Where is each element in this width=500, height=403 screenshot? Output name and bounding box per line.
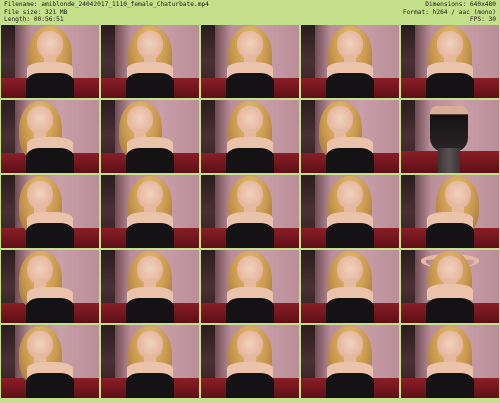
video-frame-thumbnail bbox=[301, 250, 399, 323]
video-frame-thumbnail bbox=[201, 175, 299, 248]
video-frame-thumbnail bbox=[1, 175, 99, 248]
video-frame-thumbnail bbox=[101, 100, 199, 173]
frame-top bbox=[326, 223, 374, 248]
video-frame-thumbnail bbox=[101, 175, 199, 248]
frame-top bbox=[426, 73, 474, 98]
frame-top bbox=[26, 373, 74, 398]
frame-top bbox=[226, 298, 274, 323]
video-frame-thumbnail bbox=[401, 25, 499, 98]
video-frame-thumbnail bbox=[401, 325, 499, 398]
video-frame-thumbnail bbox=[1, 325, 99, 398]
filesize-text: File size: 321 MB bbox=[4, 8, 68, 16]
video-frame-thumbnail bbox=[201, 325, 299, 398]
video-frame-thumbnail bbox=[1, 100, 99, 173]
video-frame-thumbnail bbox=[101, 325, 199, 398]
frame-top bbox=[226, 73, 274, 98]
dimensions-text: Dimensions: 640x480 bbox=[425, 1, 496, 8]
frame-top bbox=[126, 298, 174, 323]
frame-top bbox=[426, 223, 474, 248]
filename-text: Filename: amiblonde_24042017_1110_female… bbox=[4, 1, 209, 8]
video-frame-thumbnail bbox=[301, 175, 399, 248]
video-frame-thumbnail bbox=[101, 25, 199, 98]
frame-top bbox=[326, 298, 374, 323]
frame-top bbox=[126, 148, 174, 173]
frame-top bbox=[126, 373, 174, 398]
frame-top bbox=[326, 373, 374, 398]
video-frame-thumbnail bbox=[401, 175, 499, 248]
thumbnail-grid bbox=[1, 25, 499, 400]
frame-top bbox=[26, 73, 74, 98]
frame-top bbox=[126, 73, 174, 98]
frame-top bbox=[326, 148, 374, 173]
video-frame-thumbnail bbox=[201, 25, 299, 98]
format-text: Format: h264 / aac (mono) bbox=[402, 8, 496, 16]
frame-top bbox=[26, 148, 74, 173]
frame-top bbox=[430, 105, 468, 152]
fps-text: FPS: 30 bbox=[469, 16, 496, 24]
video-frame-thumbnail bbox=[101, 250, 199, 323]
frame-top bbox=[326, 73, 374, 98]
video-frame-thumbnail bbox=[401, 100, 499, 173]
video-frame-thumbnail bbox=[301, 25, 399, 98]
frame-top bbox=[426, 298, 474, 323]
frame-top bbox=[126, 223, 174, 248]
frame-top bbox=[26, 298, 74, 323]
frame-top bbox=[226, 223, 274, 248]
length-text: Length: 00:56:51 bbox=[4, 16, 64, 24]
video-frame-thumbnail bbox=[1, 25, 99, 98]
frame-sofa bbox=[401, 151, 499, 173]
video-frame-thumbnail bbox=[301, 325, 399, 398]
frame-top bbox=[26, 223, 74, 248]
video-frame-thumbnail bbox=[201, 250, 299, 323]
frame-top bbox=[426, 373, 474, 398]
frame-top bbox=[226, 373, 274, 398]
video-frame-thumbnail bbox=[201, 100, 299, 173]
frame-top bbox=[226, 148, 274, 173]
video-frame-thumbnail bbox=[401, 250, 499, 323]
video-frame-thumbnail bbox=[1, 250, 99, 323]
file-info-left: Filename: amiblonde_24042017_1110_female… bbox=[4, 1, 209, 24]
video-frame-thumbnail bbox=[301, 100, 399, 173]
video-info-header: Filename: amiblonde_24042017_1110_female… bbox=[0, 0, 500, 24]
file-info-right: Dimensions: 640x480 Format: h264 / aac (… bbox=[403, 1, 496, 24]
